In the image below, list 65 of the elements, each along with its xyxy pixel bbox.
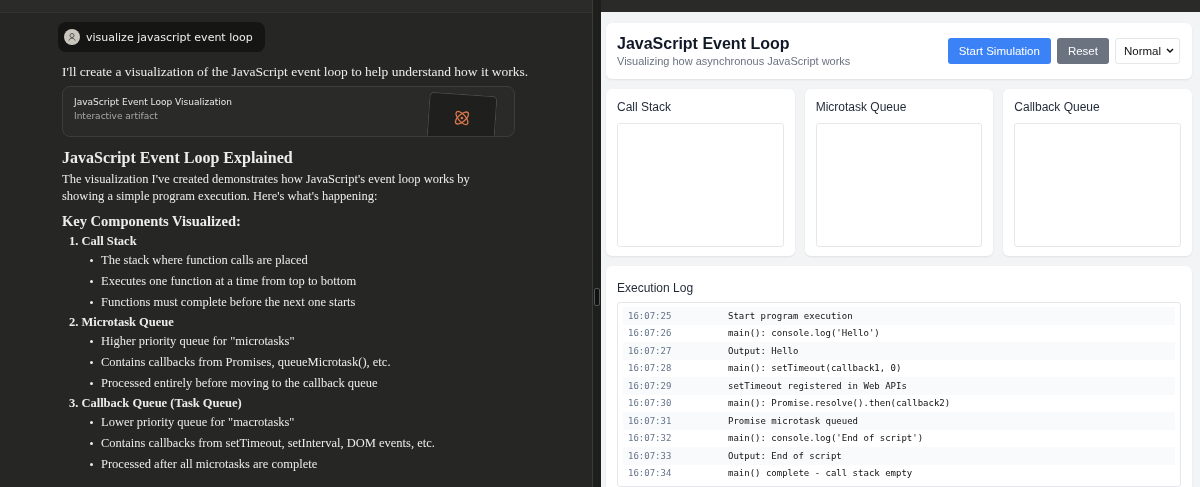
list-title: Call Stack [81,234,137,249]
bullet-text: Contains callbacks from setTimeout, setInterval, DOM events, etc. [101,436,435,451]
log-title: Execution Log [617,281,694,295]
list-title: Callback Queue (Task Queue) [81,396,242,411]
bullet-text: Processed after all microtasks are complete [101,457,318,472]
list-number: 1. [69,234,79,249]
bullet-text: Contains callbacks from Promises, queueMicrotask(), etc. [101,355,391,370]
reply-text: I'll create a visualization of the JavaScript event loop to help understand how it works. [62,64,530,80]
list-number: 2. [69,315,79,330]
bullet-text: Functions must complete before the next one starts [101,295,356,310]
log-time: 16:07:29 [628,380,673,391]
log-message: setTimeout registered in Web APIs [728,380,907,391]
log-time: 16:07:33 [628,450,673,461]
bullet-icon [90,382,93,385]
log-time: 16:07:31 [628,415,673,426]
log-time: 16:07:28 [628,363,673,374]
resize-handle[interactable] [594,288,600,306]
prompt-text: visualize javascript event loop [86,30,253,44]
artifact-card[interactable]: JavaScript Event Loop Visualization Interactive artifact [62,86,515,137]
app-title: JavaScript Event Loop [617,35,791,53]
bullet-text: Lower priority queue for "macrotasks" [101,415,295,430]
log-message: Output: End of script [728,450,842,461]
app-subtitle: Visualizing how asynchronous JavaScript works [617,55,851,67]
action-button[interactable]: Reset [1056,38,1109,64]
bullet-text: The stack where function calls are placed [101,253,308,268]
bullet-icon [90,280,93,283]
list-number: 3. [69,396,79,411]
log-message: main(): console.log('End of script') [728,433,924,444]
chevron-icon [1166,48,1174,54]
log-message: main(): Promise.resolve().then(callback2) [728,398,951,409]
avatar-icon [64,29,80,45]
bullet-icon [90,463,93,466]
log-time: 16:07:27 [628,345,673,356]
bullet-icon [90,259,93,262]
log-time: 16:07:25 [628,310,673,321]
artifact-title: JavaScript Event Loop Visualization [74,97,232,107]
log-message: main(): setTimeout(callback1, 0) [728,363,902,374]
bullet-icon [90,340,93,343]
artifact-subtitle: Interactive artifact [74,111,159,121]
atom-icon [452,108,472,128]
subheading: Key Components Visualized: [62,213,242,230]
queue-title: Call Stack [617,100,673,114]
queue-title: Callback Queue [1014,100,1101,114]
intro-paragraph: The visualization I've created demonstrates how JavaScript's event loop works by showing a simple program execution. Here's what's happening: [62,171,471,205]
bullet-icon [90,301,93,304]
log-time: 16:07:32 [628,433,673,444]
list-title: Microtask Queue [81,315,174,330]
section-heading: JavaScript Event Loop Explained [62,149,294,167]
bullet-icon [90,421,93,424]
action-button[interactable]: Start Simulation [947,38,1051,64]
log-time: 16:07:30 [628,398,673,409]
speed-select[interactable]: Normal [1114,38,1180,64]
log-message: Output: Hello [728,345,799,356]
log-time: 16:07:26 [628,328,673,339]
log-message: main(): console.log('Hello') [728,328,880,339]
bullet-text: Higher priority queue for "microtasks" [101,334,295,349]
bullet-text: Processed entirely before moving to the callback queue [101,376,378,391]
log-message: Start program execution [728,310,853,321]
bullet-icon [90,442,93,445]
log-message: Promise microtask queued [728,415,859,426]
bullet-text: Executes one function at a time from top to bottom [101,274,357,289]
bullet-icon [90,361,93,364]
queue-title: Microtask Queue [815,100,908,114]
log-time: 16:07:34 [628,468,673,479]
log-message: main() complete - call stack empty [728,468,913,479]
